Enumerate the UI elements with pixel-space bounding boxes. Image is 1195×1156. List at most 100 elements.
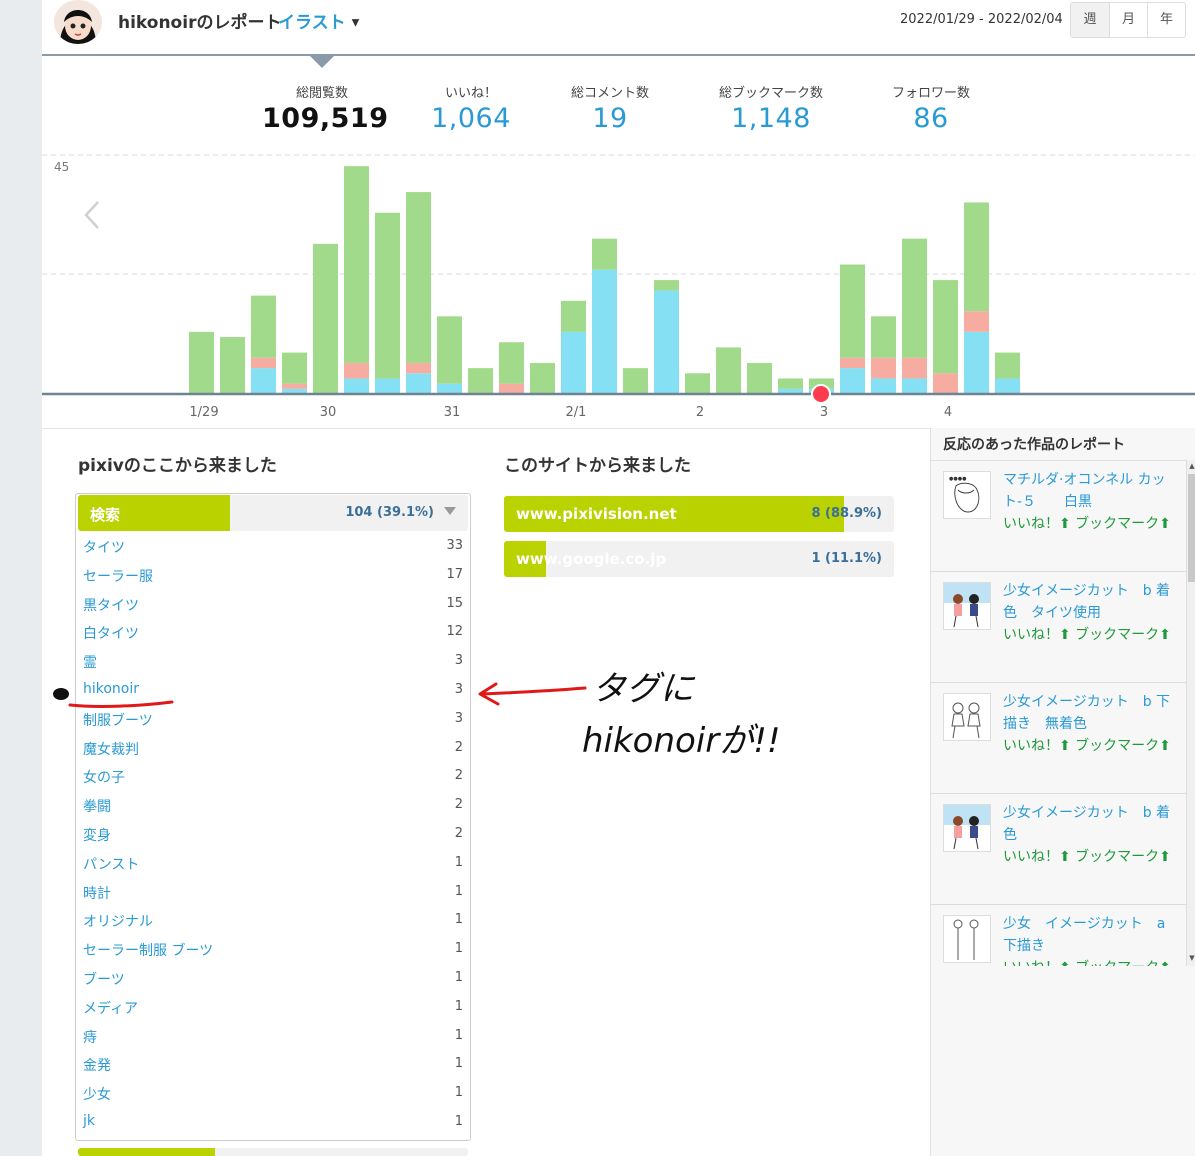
bar-segment-green[interactable] bbox=[282, 352, 307, 384]
bar-segment-green[interactable] bbox=[189, 331, 214, 394]
avatar[interactable] bbox=[54, 0, 102, 44]
bar-segment-green[interactable] bbox=[499, 342, 524, 384]
bar-segment-green[interactable] bbox=[561, 300, 586, 332]
tag-referrer-row[interactable]: 霊3 bbox=[83, 652, 463, 681]
stat-likes[interactable]: いいね！ 1,064 bbox=[411, 82, 531, 134]
bar-segment-green[interactable] bbox=[933, 280, 958, 374]
bar-segment-green[interactable] bbox=[592, 238, 617, 270]
tag-referrer-row[interactable]: 女の子 2 bbox=[83, 767, 463, 796]
bar-segment-green[interactable] bbox=[747, 362, 772, 394]
tag-name-link[interactable]: セーラー制服 ブーツ bbox=[83, 940, 213, 960]
bar-segment-blue[interactable] bbox=[902, 378, 927, 394]
tag-referrer-row[interactable]: 変身 2 bbox=[83, 825, 463, 854]
stat-followers[interactable]: フォロワー数 86 bbox=[871, 82, 991, 134]
tag-name-link[interactable]: タイツ bbox=[83, 537, 125, 557]
tag-name-link[interactable]: 拳闘 bbox=[83, 796, 111, 816]
tag-referrer-row[interactable]: オリジナル 1 bbox=[83, 911, 463, 940]
work-title[interactable]: 少女イメージカット b 下描き 無着色 bbox=[1003, 691, 1171, 735]
bar-segment-blue[interactable] bbox=[654, 290, 679, 394]
bar-segment-green[interactable] bbox=[406, 192, 431, 363]
bar-segment-green[interactable] bbox=[375, 212, 400, 379]
tag-name-link[interactable]: 変身 bbox=[83, 825, 111, 845]
scroll-down-icon[interactable]: ▼ bbox=[1188, 954, 1195, 964]
bar-segment-pink[interactable] bbox=[871, 357, 896, 379]
bar-segment-green[interactable] bbox=[437, 316, 462, 384]
bar-segment-green[interactable] bbox=[778, 378, 803, 389]
bar-segment-green[interactable] bbox=[530, 362, 555, 394]
work-title[interactable]: 少女 イメージカット a 下描き bbox=[1003, 913, 1171, 957]
tag-referrer-row[interactable]: セーラー服 17 bbox=[83, 566, 463, 595]
work-item[interactable]: 少女イメージカット b 下描き 無着色 いいね！⬆ ブックマーク⬆ bbox=[931, 683, 1186, 794]
tag-name-link[interactable]: 白タイツ bbox=[83, 623, 139, 643]
tag-referrer-row[interactable]: 少女 1 bbox=[83, 1084, 463, 1113]
tag-referrer-row[interactable]: 金発 1 bbox=[83, 1055, 463, 1084]
bar-segment-blue[interactable] bbox=[871, 378, 896, 394]
next-referrer-bar[interactable] bbox=[78, 1148, 468, 1156]
bar-segment-blue[interactable] bbox=[964, 331, 989, 394]
bar-segment-pink[interactable] bbox=[282, 383, 307, 389]
bar-segment-pink[interactable] bbox=[902, 357, 927, 379]
bar-segment-green[interactable] bbox=[654, 280, 679, 291]
tag-referrer-row[interactable]: 白タイツ 12 bbox=[83, 623, 463, 652]
site-referrer-bar-google[interactable]: www.google.co.jp 1 (11.1%) bbox=[504, 541, 894, 577]
tag-referrer-row[interactable]: セーラー制服 ブーツ 1 bbox=[83, 940, 463, 969]
bar-segment-pink[interactable] bbox=[344, 362, 369, 379]
tag-name-link[interactable]: 女の子 bbox=[83, 767, 125, 787]
tag-name-link[interactable]: jk bbox=[83, 1113, 95, 1129]
tag-name-link[interactable]: 金発 bbox=[83, 1055, 111, 1075]
work-item[interactable]: ●●●● マチルダ·オコンネル カット-５ 白黒 いいね！⬆ ブックマーク⬆ bbox=[931, 461, 1186, 572]
bar-segment-green[interactable] bbox=[623, 368, 648, 394]
tag-referrer-row[interactable]: hikonoir 3 bbox=[83, 681, 463, 710]
tag-name-link[interactable]: hikonoir bbox=[83, 681, 139, 697]
bar-segment-blue[interactable] bbox=[592, 269, 617, 394]
works-scrollbar[interactable]: ▲ ▼ bbox=[1186, 460, 1195, 966]
bar-segment-pink[interactable] bbox=[933, 373, 958, 394]
bar-segment-pink[interactable] bbox=[406, 362, 431, 374]
bar-segment-green[interactable] bbox=[344, 166, 369, 363]
bar-segment-blue[interactable] bbox=[437, 383, 462, 394]
tag-name-link[interactable]: 魔女裁判 bbox=[83, 739, 139, 759]
bar-segment-green[interactable] bbox=[964, 202, 989, 312]
tag-name-link[interactable]: 霊 bbox=[83, 652, 97, 672]
bar-segment-green[interactable] bbox=[468, 368, 493, 394]
stat-bookmarks[interactable]: 総ブックマーク数 1,148 bbox=[701, 82, 841, 134]
work-thumbnail[interactable] bbox=[943, 804, 991, 852]
tag-referrer-row[interactable]: 時計 1 bbox=[83, 883, 463, 912]
tag-name-link[interactable]: 痔 bbox=[83, 1027, 97, 1047]
tag-referrer-row[interactable]: 制服ブーツ 3 bbox=[83, 710, 463, 739]
tag-name-link[interactable]: メディア bbox=[83, 998, 138, 1018]
bar-segment-blue[interactable] bbox=[561, 331, 586, 394]
work-item[interactable]: 少女イメージカット b 着色 タイツ使用 いいね！⬆ ブックマーク⬆ bbox=[931, 572, 1186, 683]
tag-referrer-row[interactable]: 黒タイツ 15 bbox=[83, 595, 463, 624]
tag-referrer-row[interactable]: タイツ 33 bbox=[83, 537, 463, 566]
current-day-marker[interactable] bbox=[811, 384, 831, 404]
tag-name-link[interactable]: ブーツ bbox=[83, 969, 125, 989]
bar-segment-blue[interactable] bbox=[840, 368, 865, 394]
work-title[interactable]: マチルダ·オコンネル カット-５ 白黒 bbox=[1003, 469, 1171, 513]
bar-segment-green[interactable] bbox=[995, 352, 1020, 379]
tag-referrer-row[interactable]: 魔女裁判 2 bbox=[83, 739, 463, 768]
bar-segment-blue[interactable] bbox=[344, 378, 369, 394]
work-item[interactable]: 少女イメージカット b 着色 いいね！⬆ ブックマーク⬆ bbox=[931, 794, 1186, 905]
bar-segment-green[interactable] bbox=[902, 238, 927, 358]
work-thumbnail[interactable] bbox=[943, 693, 991, 741]
tag-name-link[interactable]: パンスト bbox=[83, 854, 139, 874]
period-year-button[interactable]: 年 bbox=[1147, 3, 1185, 37]
bar-segment-blue[interactable] bbox=[251, 368, 276, 394]
bar-segment-blue[interactable] bbox=[406, 373, 431, 394]
tag-referrer-row[interactable]: メディア 1 bbox=[83, 998, 463, 1027]
site-referrer-bar-pixivision[interactable]: www.pixivision.net 8 (88.9%) bbox=[504, 496, 894, 532]
tag-name-link[interactable]: 黒タイツ bbox=[83, 595, 139, 615]
bar-segment-green[interactable] bbox=[871, 316, 896, 358]
bar-segment-blue[interactable] bbox=[375, 378, 400, 394]
tag-referrer-row[interactable]: 痔1 bbox=[83, 1027, 463, 1056]
work-thumbnail[interactable] bbox=[943, 915, 991, 963]
tag-referrer-row[interactable]: パンスト 1 bbox=[83, 854, 463, 883]
work-title[interactable]: 少女イメージカット b 着色 タイツ使用 bbox=[1003, 580, 1171, 624]
bar-segment-green[interactable] bbox=[716, 347, 741, 394]
bar-segment-green[interactable] bbox=[313, 243, 338, 394]
period-month-button[interactable]: 月 bbox=[1109, 3, 1147, 37]
bar-segment-green[interactable] bbox=[220, 337, 245, 394]
tag-name-link[interactable]: オリジナル bbox=[83, 911, 153, 931]
scroll-up-icon[interactable]: ▲ bbox=[1188, 462, 1195, 472]
